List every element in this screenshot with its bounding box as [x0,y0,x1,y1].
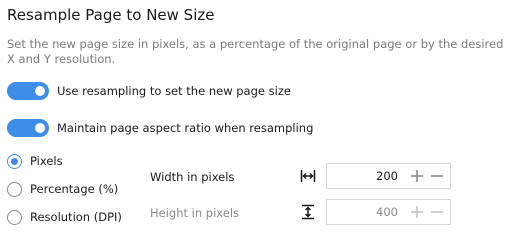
height-value[interactable]: 400 [376,205,398,219]
description-text: Set the new page size in pixels, as a pe… [7,37,504,66]
width-value[interactable]: 200 [376,169,398,183]
width-label: Width in pixels [150,170,235,184]
page-title: Resample Page to New Size [7,6,215,24]
radio-pixels-button[interactable] [7,153,22,169]
width-decrease-icon[interactable] [430,169,444,183]
use-resampling-label: Use resampling to set the new page size [57,84,291,98]
radio-percentage-label: Percentage (%) [30,182,119,196]
radio-resolution-label: Resolution (DPI) [30,210,122,224]
width-stepper[interactable]: 200 [326,163,451,189]
radio-percentage-button[interactable] [7,181,22,197]
toggle-knob [35,86,45,96]
radio-pixels-label: Pixels [30,154,63,168]
height-stepper[interactable]: 400 [326,199,451,225]
use-resampling-toggle-row[interactable]: Use resampling to set the new page size [7,81,291,101]
maintain-aspect-toggle-row[interactable]: Maintain page aspect ratio when resampli… [7,118,313,138]
height-label: Height in pixels [150,206,240,220]
use-resampling-toggle[interactable] [7,82,49,100]
radio-resolution-button[interactable] [7,209,22,225]
vertical-resize-icon [302,204,314,220]
radio-percentage[interactable]: Percentage (%) [7,179,118,199]
radio-pixels[interactable]: Pixels [7,151,63,171]
height-increase-icon[interactable] [410,205,424,219]
height-decrease-icon[interactable] [430,205,444,219]
horizontal-resize-icon [300,170,316,182]
width-increase-icon[interactable] [410,169,424,183]
maintain-aspect-label: Maintain page aspect ratio when resampli… [57,121,314,135]
radio-resolution[interactable]: Resolution (DPI) [7,207,122,227]
toggle-knob [35,123,45,133]
maintain-aspect-toggle[interactable] [7,119,49,137]
